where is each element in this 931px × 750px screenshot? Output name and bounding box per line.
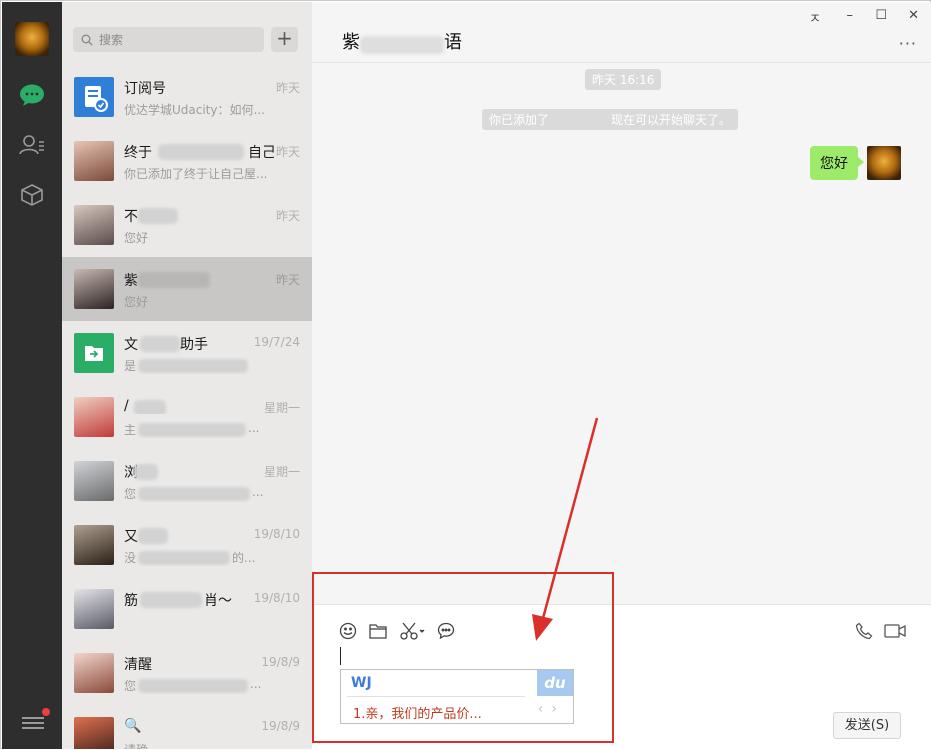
session-preview: 您... [124,485,264,501]
session-name: 浏 [124,462,274,482]
session-preview: 您好 [124,231,149,245]
session-preview: 是 [124,357,270,374]
session-name: / [124,398,274,414]
voice-call-icon[interactable] [853,620,875,642]
contact-avatar [74,653,114,693]
menu-icon[interactable] [22,708,50,732]
session-time: 19/8/10 [253,527,300,541]
session-item-active[interactable]: 紫 您好 昨天 [62,257,312,321]
session-name: 筋肖～ [124,592,232,609]
chat-icon[interactable] [18,81,46,109]
my-message-bubble[interactable]: 您好 [810,146,864,180]
subscription-avatar [74,77,114,117]
contact-avatar [74,461,114,501]
close-button[interactable]: ✕ [908,8,919,23]
session-time: 19/8/9 [261,655,300,669]
search-placeholder: 搜索 [99,33,124,47]
contacts-icon[interactable] [18,131,46,159]
contact-avatar [74,525,114,565]
session-item[interactable]: 筋肖～ 19/8/10 [62,577,312,641]
file-transfer-avatar [74,333,114,373]
pin-button[interactable]: ㅈ [809,8,821,27]
session-name: 紫 [124,270,274,290]
session-name: 文助手 [124,336,208,353]
timestamp-label: 昨天 16:16 [585,69,662,90]
header-divider [312,62,931,63]
chat-title: 紫语 [342,32,462,54]
system-message: 你已添加了 现在可以开始聊天了。 [482,109,739,130]
add-chat-button[interactable]: + [271,27,298,52]
session-time: 19/8/9 [261,719,300,733]
session-preview: 您好 [124,295,149,309]
session-item[interactable]: 终于 自己 你已添加了终于让自己屋... 昨天 [62,129,312,193]
my-message-avatar[interactable] [867,146,901,180]
contact-avatar [74,205,114,245]
contact-avatar [74,269,114,309]
annotation-box [312,572,614,743]
session-name: 清醒 [124,657,152,673]
search-icon [81,34,93,45]
session-preview: 请确 [124,741,270,749]
more-options-icon[interactable]: ··· [899,34,917,53]
send-button[interactable]: 发送(S) [833,712,901,739]
session-preview: 你已添加了终于让自己屋... [124,167,268,181]
session-time: 昨天 [275,273,300,287]
session-item[interactable]: 清醒 您... 19/8/9 [62,641,312,705]
session-time: 昨天 [275,81,300,95]
session-name: 不 [124,206,274,226]
session-item-subscriptions[interactable]: 订阅号 优达学城Udacity：如何... 昨天 [62,65,312,129]
session-time: 星期一 [263,465,300,479]
session-name: 订阅号 [124,81,166,97]
session-preview: 没的... [124,551,256,565]
session-preview: 您... [124,677,262,693]
wechat-window: 搜索 + 订阅号 优达学城Udacity：如何... 昨天 终于 自己 你已添加了… [0,0,931,749]
session-preview: 优达学城Udacity：如何... [124,103,265,117]
session-item[interactable]: 浏 您... 星期一 [62,449,312,513]
session-time: 19/8/10 [253,591,300,605]
session-item[interactable]: 不 您好 昨天 [62,193,312,257]
session-time: 19/7/24 [253,335,300,349]
minimize-button[interactable]: – [847,8,854,23]
session-item[interactable]: 又 没的... 19/8/10 [62,513,312,577]
nav-rail [2,2,62,749]
maximize-button[interactable]: ☐ [875,8,887,23]
session-item[interactable]: 🔍 请确 19/8/9 [62,705,312,749]
session-name: 🔍 [124,718,142,734]
contact-avatar [74,397,114,437]
contact-avatar [74,589,114,629]
contact-avatar [74,141,114,181]
session-name: 终于 自己 [124,144,274,161]
mini-programs-icon[interactable] [18,181,46,209]
my-avatar[interactable] [15,22,49,56]
session-preview: 主... [124,421,260,437]
session-name: 又 [124,526,274,546]
contact-avatar [74,717,114,749]
session-item-file-transfer[interactable]: 文助手 是 19/7/24 [62,321,312,385]
session-time: 昨天 [275,209,300,223]
session-time: 星期一 [263,401,300,415]
search-input[interactable]: 搜索 [73,27,264,52]
session-list: 搜索 + 订阅号 优达学城Udacity：如何... 昨天 终于 自己 你已添加了… [62,2,312,749]
session-time: 昨天 [275,145,300,159]
notification-dot [42,708,50,716]
video-call-icon[interactable] [883,620,907,642]
session-item[interactable]: / 主... 星期一 [62,385,312,449]
